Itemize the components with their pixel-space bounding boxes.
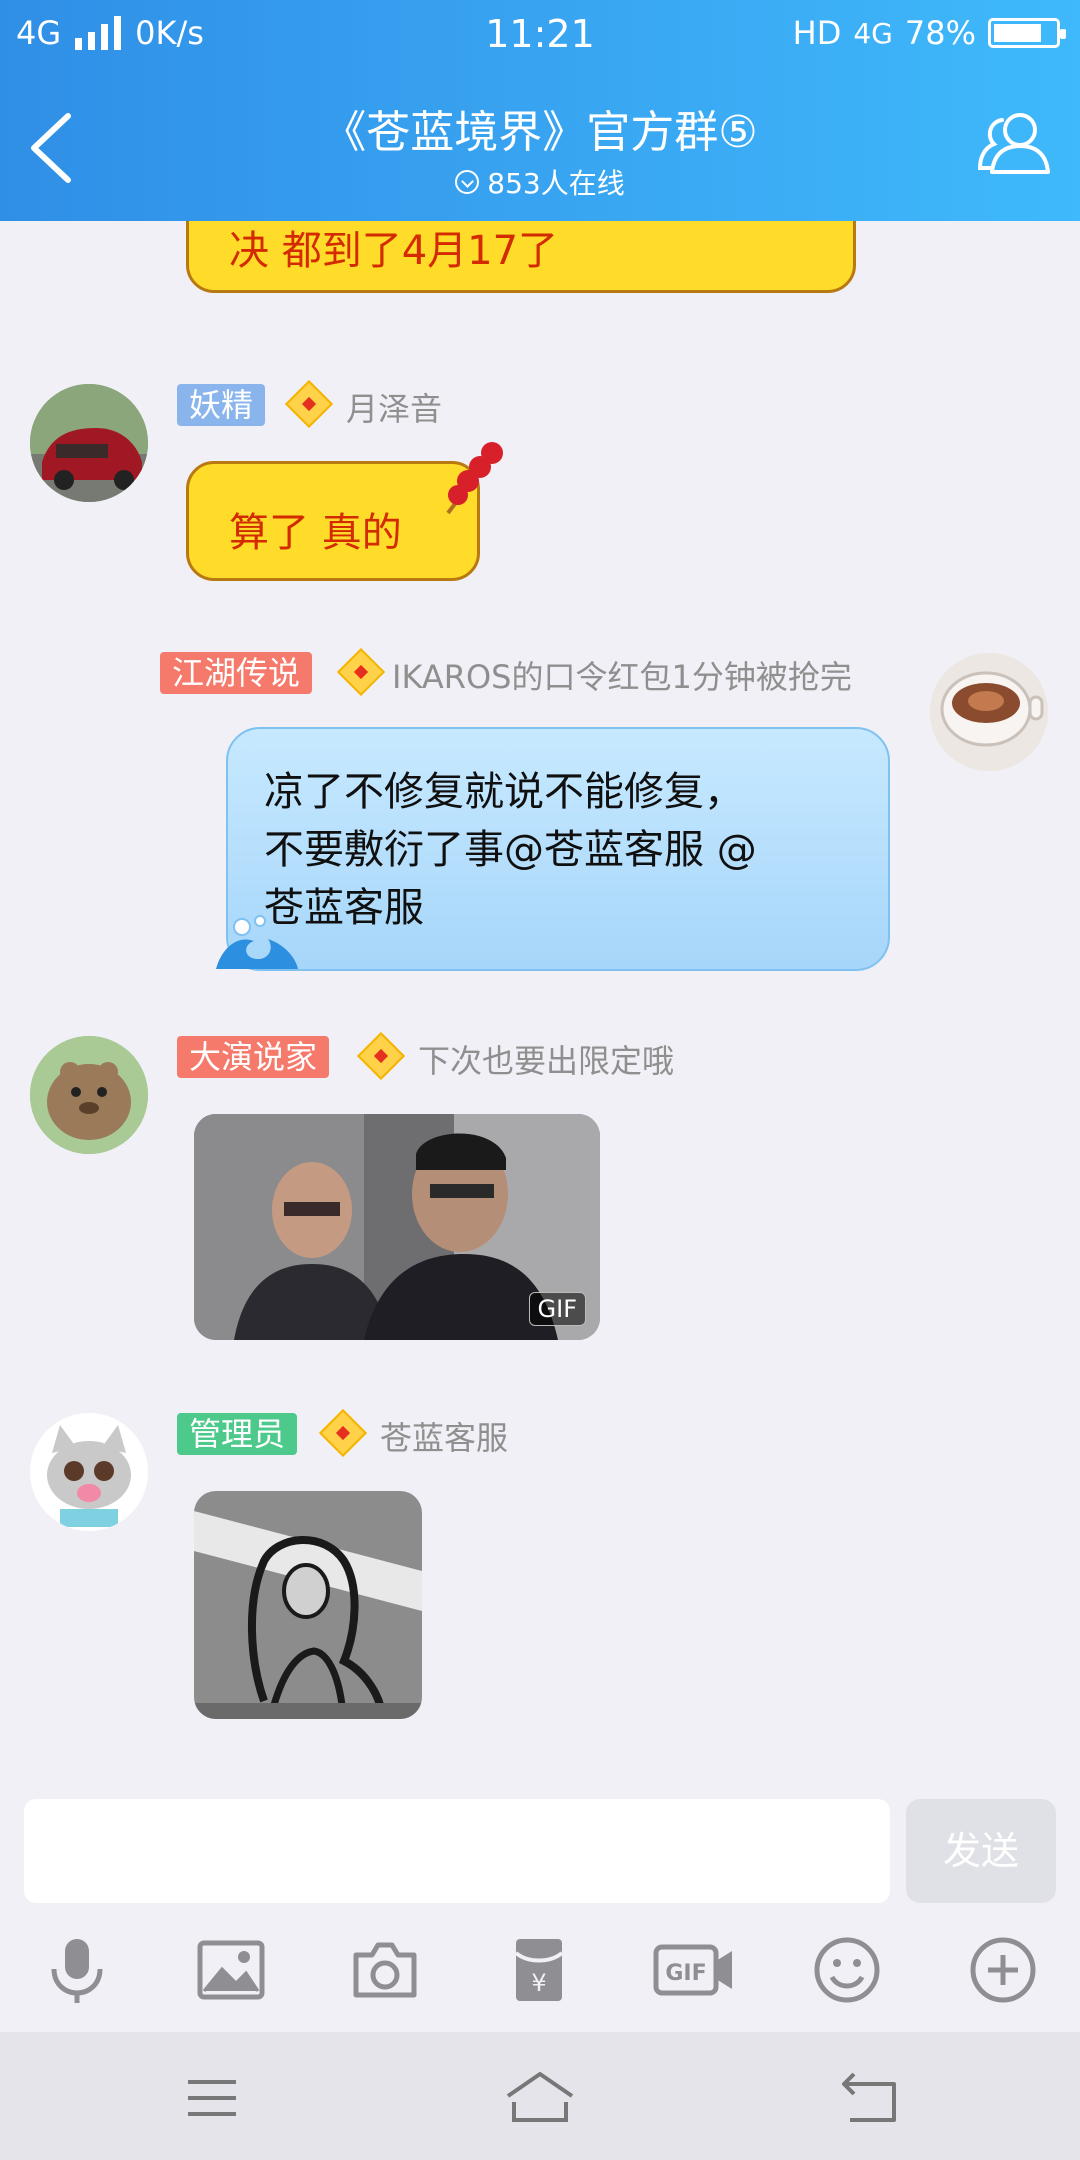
gif-icon[interactable]: GIF [652, 1935, 736, 2005]
self-avatar[interactable] [930, 653, 1048, 771]
send-button[interactable]: 发送 [906, 1799, 1056, 1903]
chat-area[interactable]: 决 都到了4月17了 妖精 月泽音 算了 真的 江湖传说 IKAROS的口令红包… [0, 221, 1080, 1797]
image-icon[interactable] [196, 1935, 266, 2005]
battery-icon [988, 18, 1066, 48]
level-diamond-icon [336, 647, 386, 697]
sticker-image[interactable] [194, 1491, 422, 1719]
back-icon[interactable] [840, 2068, 900, 2128]
message-text-line: 凉了不修复就说不能修复， [264, 769, 744, 815]
member-title-tag: 大演说家 [177, 1036, 330, 1078]
message-bubble[interactable]: 凉了不修复就说不能修复， 不要敷衍了事@苍蓝客服 @ 苍蓝客服 [226, 727, 890, 971]
message-bubble[interactable]: 算了 真的 [186, 461, 480, 581]
input-area: 发送 ¥ GIF [0, 1776, 1080, 2032]
avatar[interactable] [30, 1036, 148, 1154]
header: 4G 0K/s 11:21 HD 4G 78% 《苍蓝境界》官方群⑤ 853人在… [0, 0, 1080, 221]
title-bar: 《苍蓝境界》官方群⑤ 853人在线 [0, 72, 1080, 221]
home-icon[interactable] [504, 2068, 576, 2128]
message-input[interactable] [24, 1799, 890, 1903]
level-diamond-icon [284, 379, 334, 429]
level-diamond-icon [318, 1408, 368, 1458]
sender-name[interactable]: 下次也要出限定哦 [418, 1036, 674, 1082]
message-text-line: 不要敷衍了事@苍蓝客服 @ [264, 827, 757, 873]
network-right: 4G [853, 16, 893, 50]
member-title-tag: 管理员 [177, 1413, 298, 1455]
svg-text:¥: ¥ [531, 1969, 546, 1997]
online-count-text: 853人在线 [487, 167, 625, 200]
online-count[interactable]: 853人在线 [0, 162, 1080, 202]
plus-icon[interactable] [968, 1935, 1038, 2005]
member-title-tag: 江湖传说 [160, 652, 313, 694]
avatar[interactable] [30, 384, 148, 502]
level-diamond-icon [356, 1031, 406, 1081]
system-navigation-bar [0, 2032, 1080, 2160]
chevron-down-icon [455, 170, 480, 194]
status-bar: 4G 0K/s 11:21 HD 4G 78% [0, 0, 1080, 72]
sender-name[interactable]: IKAROS的口令红包1分钟被抢完 [392, 652, 852, 698]
candied-haws-icon [446, 442, 503, 515]
page-title: 《苍蓝境界》官方群⑤ [322, 107, 758, 158]
message-bubble[interactable]: 决 都到了4月17了 [186, 221, 856, 293]
emoji-icon[interactable] [812, 1935, 882, 2005]
message-text: 决 都到了4月17了 [229, 228, 559, 274]
message-text: 算了 真的 [229, 510, 402, 556]
camera-icon[interactable] [350, 1935, 420, 2005]
member-title-tag: 妖精 [177, 384, 266, 426]
red-packet-icon[interactable]: ¥ [504, 1935, 574, 2005]
svg-text:GIF: GIF [665, 1961, 706, 1986]
group-members-icon[interactable] [976, 106, 1052, 182]
menu-icon[interactable] [182, 2068, 242, 2128]
battery-percent: 78% [904, 14, 976, 52]
hd-indicator: HD [792, 14, 842, 52]
avatar[interactable] [30, 1413, 148, 1531]
sender-name[interactable]: 月泽音 [346, 384, 442, 430]
sender-name[interactable]: 苍蓝客服 [380, 1413, 508, 1459]
gif-image[interactable]: GIF [194, 1114, 600, 1340]
microphone-icon[interactable] [42, 1935, 112, 2005]
message-text-line: 苍蓝客服 [264, 885, 424, 931]
wave-decoration-icon [216, 915, 298, 969]
gif-badge: GIF [528, 1292, 586, 1326]
